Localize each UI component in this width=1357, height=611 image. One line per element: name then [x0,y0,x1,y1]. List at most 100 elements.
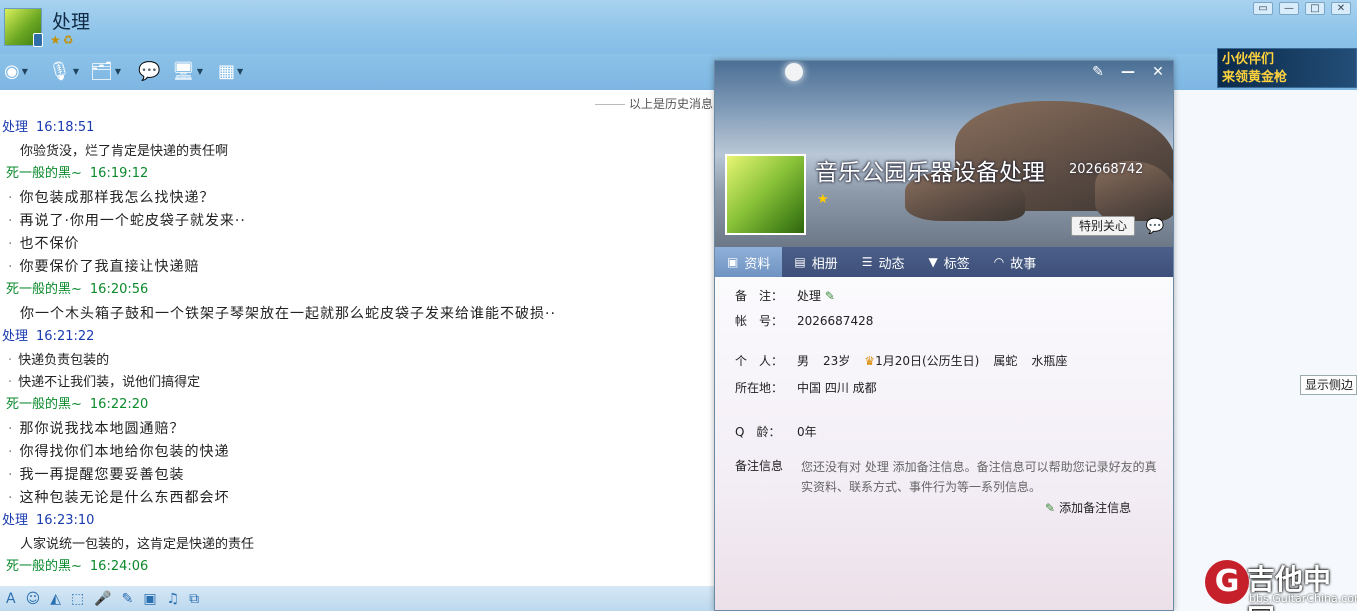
message-time: 16:21:22 [36,329,95,344]
music-icon[interactable]: ♫ [167,591,180,607]
tab-feed[interactable]: ☰ 动态 [850,247,917,277]
tab-tags[interactable]: ▼ 标签 [917,247,982,277]
constellation-value: 水瓶座 [1031,354,1068,368]
chevron-down-icon: ▼ [114,66,122,76]
group-chat-button[interactable]: 💬 [138,60,160,82]
title-bar: 处理 ★ ♻ ▭ — □ ✕ [0,0,1357,54]
message-line: 你验货没，烂了肯定是快递的责任啊 [20,144,229,159]
star-icon: ★ [817,192,829,207]
shake-icon[interactable]: ◭ [50,591,61,607]
add-note-label: 添加备注信息 [1059,501,1132,515]
message-header: 死一般的黑~ 16:24:06 [0,557,715,581]
id-card-icon: ▣ [727,255,739,269]
message-header: 处理 16:21:22 [0,327,715,351]
remark-row: 备 注： 处理 ✎ [735,287,835,304]
history-divider: 以上是历史消息 [595,95,713,112]
sender-name[interactable]: 死一般的黑~ [6,397,82,412]
list-icon: ☰ [861,255,873,269]
video-call-button[interactable]: ◉ ▼ [4,60,28,82]
microphone-icon: 🎙 [48,60,71,82]
tab-label: 资料 [744,256,771,272]
special-care-button[interactable]: 特别关心 [1071,216,1135,236]
message-line: 你一个木头箱子鼓和一个铁架子琴架放在一起就那么蛇皮袋子发来给谁能不破损·· [20,306,556,322]
sender-name[interactable]: 处理 [2,513,28,528]
tab-profile[interactable]: ▣ 资料 [715,247,783,277]
profile-number: 202668742 [1069,162,1144,177]
profile-avatar[interactable] [725,154,806,235]
screenshot-icon[interactable]: ⬚ [71,591,84,607]
qage-row: Q 龄： 0年 [735,423,817,440]
show-sidebar-tooltip: 显示侧边 [1300,375,1357,395]
tab-label: 故事 [1010,256,1037,272]
watermark-url: bbs.GuitarChina.com [1249,592,1357,605]
message-list: 处理 16:18:51 你验货没，烂了肯定是快递的责任啊死一般的黑~ 16:19:12… [0,118,715,581]
message-line: 你得找你们本地给你包装的快递 [0,442,715,465]
chevron-down-icon: ▼ [196,66,204,76]
minimize-icon[interactable]: — [1279,2,1299,15]
note-text: 您还没有对 处理 添加备注信息。备注信息可以帮助您记录好友的真实资料、联系方式、… [801,460,1157,494]
tab-label: 动态 [878,256,905,272]
message-line: 快递不让我们装，说他们搞得定 [0,373,715,395]
account-row: 帐 号： 2026687428 [735,312,873,329]
emoji-icon[interactable]: ☺ [26,591,41,607]
sender-name[interactable]: 处理 [2,329,28,344]
message-line: 人家说统一包装的，这肯定是快递的责任 [20,537,255,552]
qage-value: 0年 [797,425,817,439]
image-icon[interactable]: ▣ [143,591,156,607]
contact-avatar[interactable] [4,8,43,47]
sender-name[interactable]: 处理 [2,120,28,135]
sender-name[interactable]: 死一般的黑~ [6,559,82,574]
font-icon[interactable]: A [6,591,16,607]
screen-share-icon[interactable]: ⧉ [189,591,199,607]
message-header: 处理 16:18:51 [0,118,715,142]
field-label: 所在地： [735,381,784,395]
sync-icon: ♻ [62,33,74,47]
chevron-down-icon: ▼ [72,66,80,76]
message-header: 死一般的黑~ 16:19:12 [0,164,715,188]
vip-star-icon: ★ [50,33,61,47]
skin-brush-icon[interactable]: ✎ [1083,61,1113,83]
note-row: 备注信息 [735,457,797,474]
tab-story[interactable]: ◠ 故事 [982,247,1049,277]
remote-desktop-button[interactable]: 🖥 ▼ [172,60,203,82]
watermark-logo: G 吉他中国 bbs.GuitarChina.com [1205,558,1357,611]
message-time: 16:23:10 [36,513,95,528]
add-note-link[interactable]: ✎ 添加备注信息 [1045,499,1131,516]
account-value: 2026687428 [797,314,874,328]
chat-bubble-icon[interactable]: 💬 [1145,216,1165,236]
field-label: Q 龄： [735,425,781,439]
file-transfer-button[interactable]: 🗂 ▼ [90,60,121,82]
tab-album[interactable]: ▤ 相册 [782,247,849,277]
location-value: 中国 四川 成都 [797,381,877,395]
minimize-icon[interactable]: — [1113,61,1143,83]
ad-line-2: 来领黄金枪 [1222,70,1288,85]
bookmark-icon: ▼ [928,255,938,269]
voice-message-icon[interactable]: 🎤 [94,591,111,607]
edit-icon: ✎ [1045,501,1056,515]
close-icon[interactable]: ✕ [1143,61,1173,83]
game-ad-banner[interactable]: 小伙伴们 来领黄金枪 [1217,48,1357,88]
sender-name[interactable]: 死一般的黑~ [6,282,82,297]
chat-title: 处理 [52,11,91,33]
sender-name[interactable]: 死一般的黑~ [6,166,82,181]
add-message-icon: 💬 [138,60,161,82]
field-label: 备注信息 [735,459,784,473]
edit-icon[interactable]: ✎ [825,289,835,303]
profile-card: ✎ — ✕ 音乐公园乐器设备处理 202668742 ★ 特别关心 💬 ▣ 资料 … [714,60,1174,611]
folder-icon: 🗂 [90,60,113,82]
apps-icon: ▦ [218,60,236,82]
message-line: 你包装成那样我怎么找快递？ [0,188,715,211]
maximize-icon[interactable]: □ [1305,2,1325,15]
apps-button[interactable]: ▦ ▼ [218,60,243,82]
message-time: 16:24:06 [89,559,149,574]
crown-icon: ♛ [864,354,876,368]
message-time: 16:18:51 [36,120,95,135]
profile-cover: ✎ — ✕ 音乐公园乐器设备处理 202668742 ★ 特别关心 💬 [715,61,1173,247]
minimize-to-tray-icon[interactable]: ▭ [1253,2,1273,15]
voice-call-button[interactable]: 🎙 ▼ [48,60,79,82]
note-icon[interactable]: ✎ [122,591,134,607]
remark-value: 处理 [797,289,822,303]
close-icon[interactable]: ✕ [1331,2,1351,15]
profile-name: 音乐公园乐器设备处理 [815,160,1045,186]
chat-history[interactable]: 以上是历史消息 处理 16:18:51 你验货没，烂了肯定是快递的责任啊死一般的黑~… [0,90,715,586]
